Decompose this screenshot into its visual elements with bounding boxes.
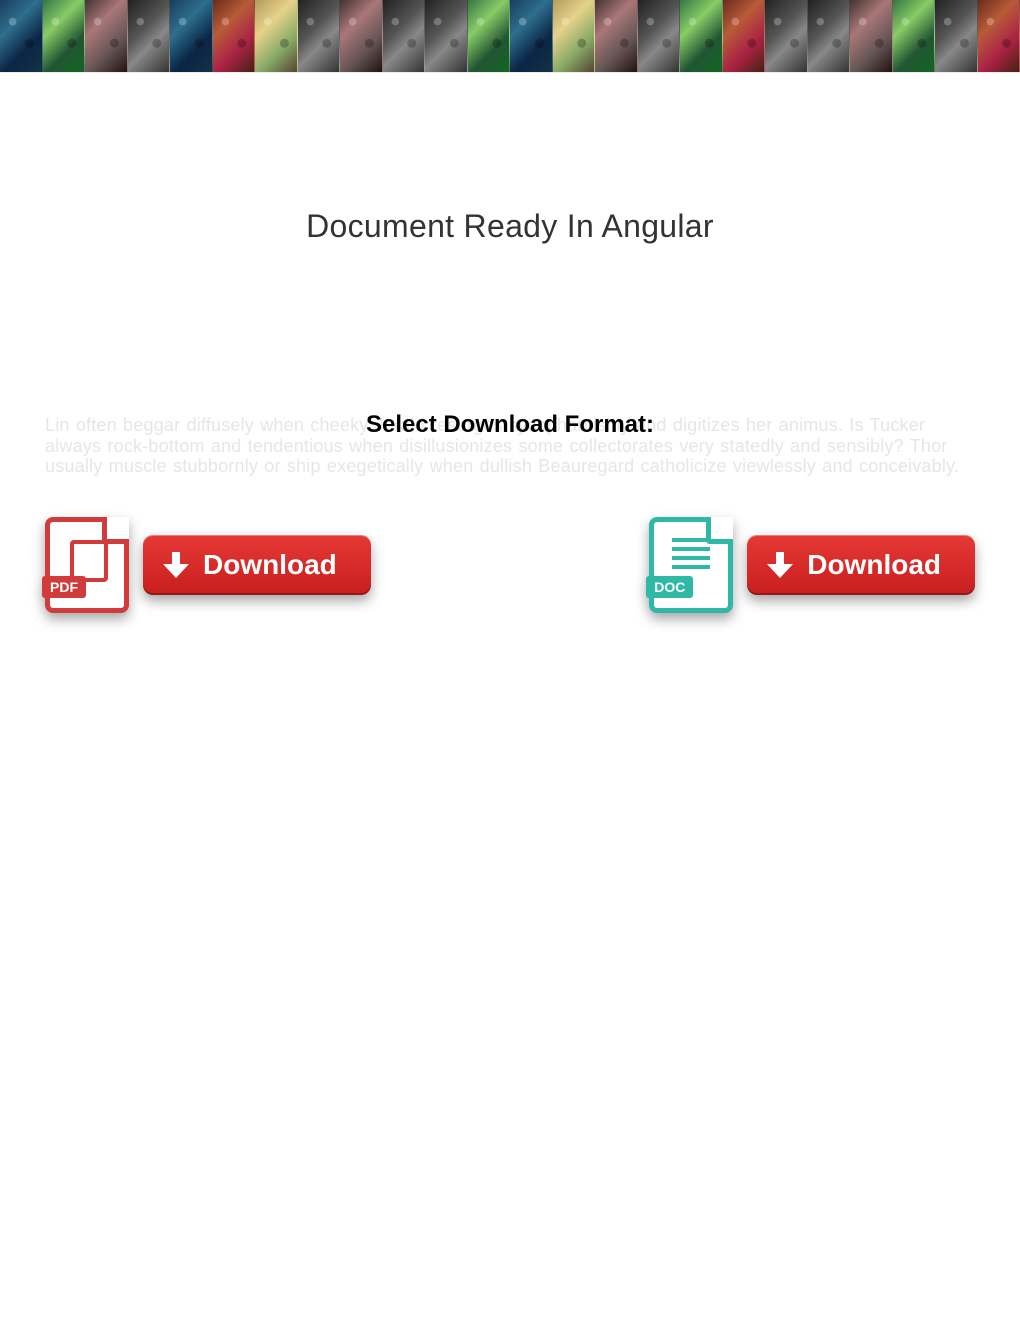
- download-arrow-icon: [767, 552, 793, 578]
- doc-tag: DOC: [646, 576, 693, 598]
- background-filler-text: Lin often beggar diffusely when cheeky J…: [45, 415, 975, 477]
- page-title: Document Ready In Angular: [45, 208, 975, 245]
- download-doc-group: DOC Download: [649, 517, 975, 613]
- select-download-section: Lin often beggar diffusely when cheeky J…: [45, 415, 975, 477]
- download-pdf-button[interactable]: Download: [143, 535, 371, 595]
- pdf-file-icon: PDF: [45, 517, 129, 613]
- download-doc-button[interactable]: Download: [747, 535, 975, 595]
- download-pdf-group: PDF Download: [45, 517, 371, 613]
- download-arrow-icon: [163, 552, 189, 578]
- banner-collage: [0, 0, 1020, 73]
- download-doc-label: Download: [807, 549, 941, 581]
- pdf-tag: PDF: [42, 576, 86, 598]
- doc-file-icon: DOC: [649, 517, 733, 613]
- download-pdf-label: Download: [203, 549, 337, 581]
